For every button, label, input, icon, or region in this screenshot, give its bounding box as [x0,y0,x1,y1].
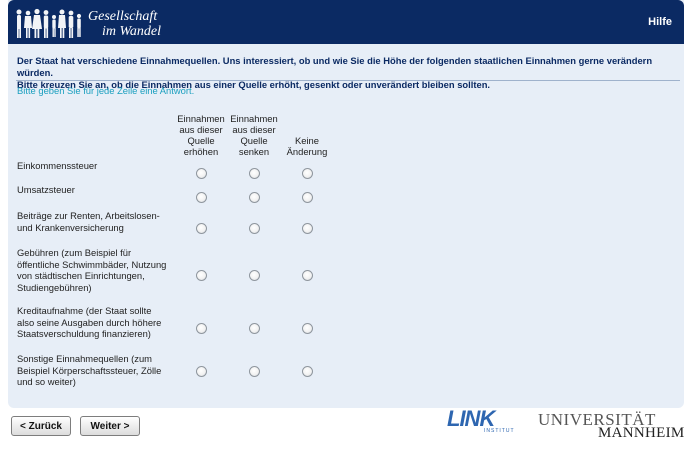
brand-title-line1: Gesellschaft [88,9,158,24]
radio-row1-option3[interactable] [302,168,313,179]
radio-row1-option2[interactable] [249,168,260,179]
row-label-1: Einkommenssteuer [17,160,177,172]
row-label-line: öffentliche Schwimmbäder, Nutzung [17,258,167,270]
row-label-line: Beispiel Körperschaftssteuer, Zölle [17,364,162,376]
radio-row4-option3[interactable] [302,270,313,281]
column-header-line: Einnahmen [230,113,278,124]
link-institut-sub: INSTITUT [484,428,515,434]
radio-row1-option1[interactable] [196,168,207,179]
row-label-line: Gebühren (zum Beispiel für [17,247,132,258]
row-label-line: und Krankenversicherung [17,221,124,233]
row-label-line: Sonstige Einnahmequellen (zum [17,353,152,364]
row-label-line: von städtischen Einrichtungen, [17,270,145,281]
radio-row2-option1[interactable] [196,192,207,203]
radio-row5-option3[interactable] [302,323,313,334]
row-label-3: Beiträge zur Renten, Arbeitslosen-und Kr… [17,210,177,233]
people-silhouettes-logo [16,8,82,38]
brand-title-line2: im Wandel [102,24,161,39]
radio-row3-option3[interactable] [302,223,313,234]
radio-row6-option1[interactable] [196,366,207,377]
instruction-text: Bitte geben Sie für jede Zeile eine Antw… [17,85,195,96]
next-button[interactable]: Weiter > [80,416,140,436]
radio-row6-option2[interactable] [249,366,260,377]
radio-row6-option3[interactable] [302,366,313,377]
column-header-3: Keine Änderung [279,135,335,157]
help-link[interactable]: Hilfe [648,16,672,28]
header-bar: Gesellschaft im Wandel Hilfe [8,0,684,44]
column-header-line: senken [238,146,270,157]
radio-row2-option3[interactable] [302,192,313,203]
column-header-2: Einnahmen aus dieser Quelle senken [226,113,282,157]
row-label-line: Beiträge zur Renten, Arbeitslosen- [17,210,160,221]
radio-row5-option1[interactable] [196,323,207,334]
column-header-line: erhöhen [183,146,219,157]
divider [16,80,680,81]
radio-row3-option1[interactable] [196,223,207,234]
question-text-line1: Der Staat hat verschiedene Einnahmequell… [17,55,653,78]
row-label-line: Einkommenssteuer [17,160,98,171]
column-header-line: Keine [295,135,319,146]
column-header-line: Quelle [187,135,215,146]
radio-row5-option2[interactable] [249,323,260,334]
back-button[interactable]: < Zurück [11,416,71,436]
column-header-line: Quelle [240,135,268,146]
radio-row3-option2[interactable] [249,223,260,234]
survey-panel: Gesellschaft im Wandel Hilfe Der Staat h… [8,0,684,408]
column-header-line: aus dieser [179,124,223,135]
row-label-line: und so weiter) [17,376,76,387]
row-label-line: Studiengebühren) [17,281,92,293]
row-label-line: Umsatzsteuer [17,184,75,195]
radio-row4-option2[interactable] [249,270,260,281]
column-header-line: Einnahmen [177,113,225,124]
row-label-line: Staatsverschuldung finanzieren) [17,328,151,339]
radio-row2-option2[interactable] [249,192,260,203]
row-label-line: Kreditaufnahme (der Staat sollte [17,305,152,316]
row-label-4: Gebühren (zum Beispiel für öffentliche Sc… [17,247,177,293]
column-header-line: aus dieser [232,124,276,135]
row-label-line: also seine Ausgaben durch höhere [17,316,162,328]
row-label-5: Kreditaufnahme (der Staat sollte also sei… [17,305,177,340]
row-label-6: Sonstige Einnahmequellen (zum Beispiel Kö… [17,353,177,388]
column-header-line: Änderung [286,146,328,157]
column-header-1: Einnahmen aus dieser Quelle erhöhen [173,113,229,157]
row-label-2: Umsatzsteuer [17,184,177,196]
university-logo-line2: MANNHEIM [598,425,685,441]
radio-row4-option1[interactable] [196,270,207,281]
